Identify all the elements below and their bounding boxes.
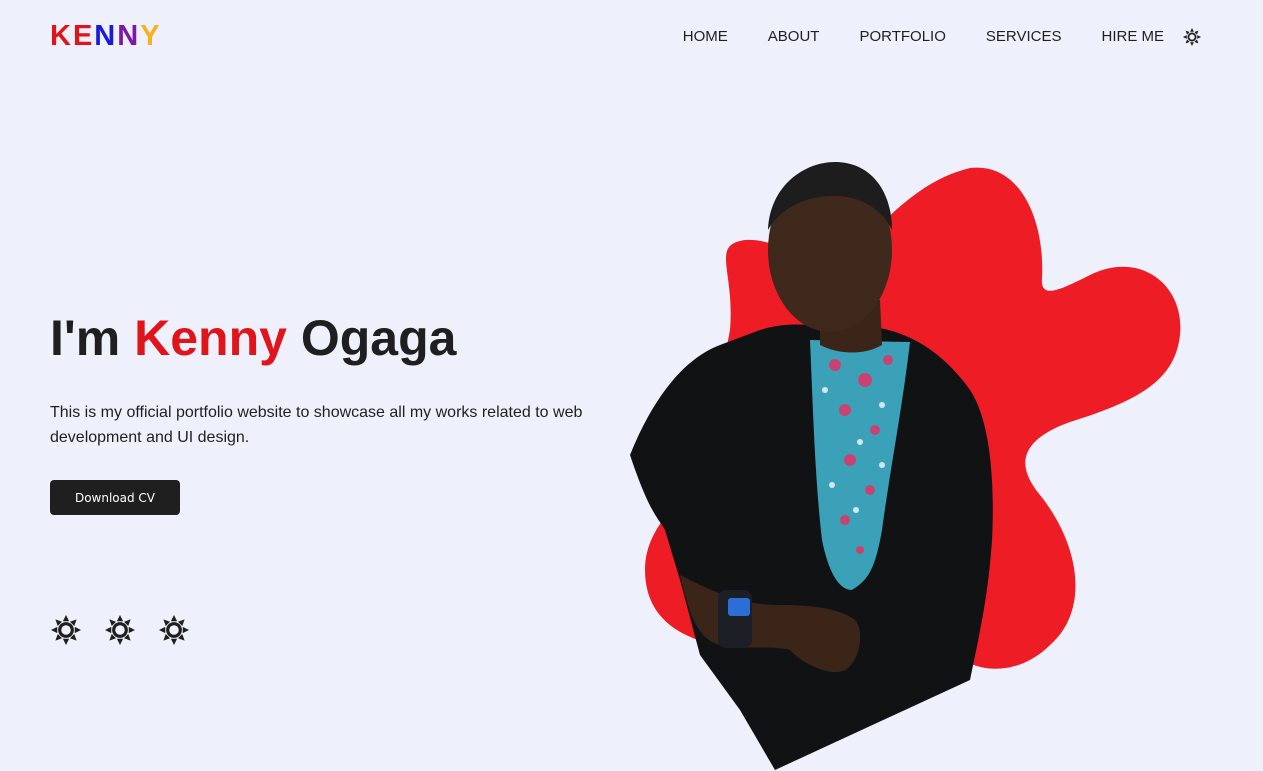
nav-services[interactable]: SERVICES: [986, 28, 1062, 46]
download-cv-button[interactable]: Download CV: [50, 480, 180, 515]
hero-image: [630, 162, 1181, 770]
logo-letter: K: [50, 20, 73, 52]
nav-portfolio[interactable]: PORTFOLIO: [859, 28, 945, 46]
logo-letter: N: [94, 20, 118, 52]
theme-toggle-sun-icon[interactable]: [1183, 28, 1201, 46]
sun-icon: [1183, 28, 1201, 46]
hero-title: I'm Kenny Ogaga: [50, 308, 456, 368]
hero-title-suffix: Ogaga: [286, 310, 457, 366]
social-link-3[interactable]: [158, 614, 190, 646]
hero-title-accent: Kenny: [134, 310, 287, 366]
social-link-2[interactable]: [104, 614, 136, 646]
sun-icon: [51, 615, 81, 645]
logo-letter: N: [117, 20, 141, 52]
nav-about[interactable]: ABOUT: [768, 28, 820, 46]
main-nav: HOME ABOUT PORTFOLIO SERVICES HIRE ME: [683, 28, 1201, 46]
sun-icon: [159, 615, 189, 645]
site-logo[interactable]: KENNY: [50, 20, 162, 52]
portfolio-page: KENNY HOME ABOUT PORTFOLIO SERVICES HIRE…: [0, 0, 1263, 771]
logo-letter: E: [72, 20, 95, 52]
social-link-1[interactable]: [50, 614, 82, 646]
nav-hire-me[interactable]: HIRE ME: [1101, 28, 1164, 46]
nav-home[interactable]: HOME: [683, 28, 728, 46]
hero-title-prefix: I'm: [50, 310, 135, 366]
sun-icon: [105, 615, 135, 645]
social-links: [50, 614, 212, 646]
logo-letter: Y: [140, 20, 162, 52]
person-jacket: [630, 324, 993, 770]
hero-description: This is my official portfolio website to…: [50, 404, 583, 446]
